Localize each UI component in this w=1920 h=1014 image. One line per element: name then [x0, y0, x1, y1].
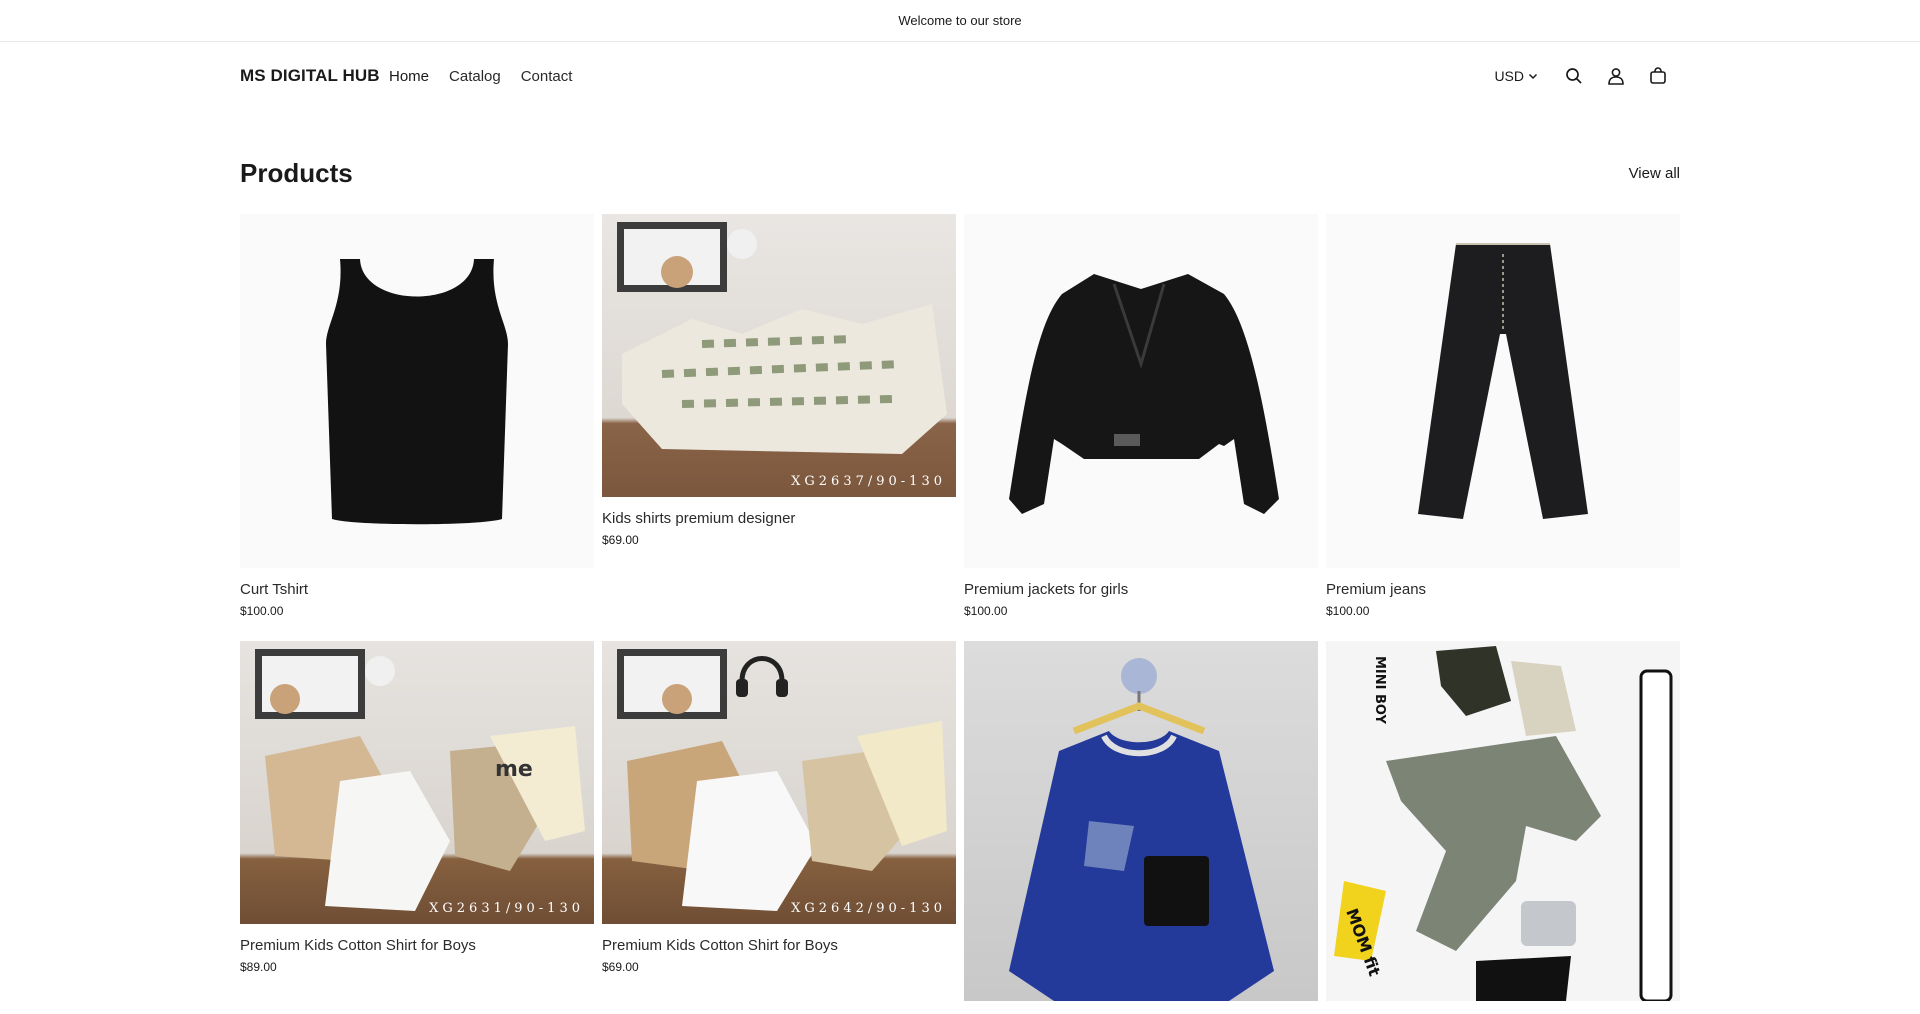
product-card[interactable]: Premium jeans $100.00	[1326, 214, 1680, 618]
product-image-overlay-text: XG2642/90-130	[791, 901, 946, 916]
product-card[interactable]	[964, 641, 1318, 1014]
product-price: $100.00	[1326, 604, 1370, 618]
product-title[interactable]: Premium jeans	[1326, 581, 1680, 598]
product-image[interactable]: me XG2631/90-130	[240, 641, 594, 924]
product-image[interactable]	[240, 214, 594, 568]
product-card[interactable]: Curt Tshirt $100.00	[240, 214, 594, 618]
cart-icon[interactable]	[1646, 64, 1670, 88]
product-price: $100.00	[240, 604, 284, 618]
product-image[interactable]: XG2637/90-130	[602, 214, 956, 497]
product-card[interactable]: Premium jackets for girls $100.00	[964, 214, 1318, 618]
view-all-link[interactable]: View all	[1629, 165, 1680, 182]
kids-cotton-shirts-image: me	[255, 649, 585, 911]
product-image-overlay-text: XG2637/90-130	[791, 474, 946, 489]
chevron-down-icon	[1528, 73, 1538, 80]
product-title[interactable]: Premium jackets for girls	[964, 581, 1318, 598]
nav-home[interactable]: Home	[389, 68, 429, 85]
kids-shirts-image	[617, 222, 947, 454]
leather-jacket-image	[1009, 274, 1279, 514]
products-section-header: Products View all	[0, 110, 1920, 214]
svg-text:MINI BOY: MINI BOY	[1372, 656, 1387, 725]
cargo-pants-image: MINI BOY MOM fit	[1334, 646, 1673, 1001]
main-nav: Home Catalog Contact	[389, 68, 572, 85]
header-actions: USD	[1494, 62, 1670, 90]
nav-contact[interactable]: Contact	[521, 68, 573, 85]
currency-label: USD	[1494, 68, 1524, 84]
blue-sweatshirt-image	[1009, 658, 1274, 1001]
site-header: MS DIGITAL HUB Home Catalog Contact USD	[0, 42, 1920, 110]
product-image[interactable]	[964, 214, 1318, 568]
section-title: Products	[240, 158, 353, 188]
product-title[interactable]: Premium Kids Cotton Shirt for Boys	[602, 937, 956, 954]
product-card[interactable]: XG2642/90-130 Premium Kids Cotton Shirt …	[602, 641, 956, 1014]
jeans-image	[1418, 243, 1588, 519]
product-price: $89.00	[240, 960, 277, 974]
svg-text:me: me	[495, 757, 533, 782]
currency-selector[interactable]: USD	[1494, 68, 1538, 84]
product-card[interactable]: me XG2631/90-130 Premium Kids Cotton Shi…	[240, 641, 594, 1014]
product-card[interactable]: XG2637/90-130 Kids shirts premium design…	[602, 214, 956, 618]
product-grid-row-1: Curt Tshirt $100.00 XG2637/90-130 Kids s…	[240, 214, 1680, 618]
product-image[interactable]: MINI BOY MOM fit	[1326, 641, 1680, 1001]
product-price: $69.00	[602, 533, 639, 547]
search-icon[interactable]	[1562, 64, 1586, 88]
product-image-overlay-text: XG2631/90-130	[429, 901, 584, 916]
product-card[interactable]: MINI BOY MOM fit	[1326, 641, 1680, 1014]
product-image[interactable]	[964, 641, 1318, 1001]
product-title[interactable]: Premium Kids Cotton Shirt for Boys	[240, 937, 594, 954]
product-title[interactable]: Kids shirts premium designer	[602, 510, 956, 527]
store-logo[interactable]: MS DIGITAL HUB	[240, 66, 380, 86]
kids-cotton-shirts-headphones-image	[617, 649, 947, 911]
account-icon[interactable]	[1604, 64, 1628, 88]
product-image[interactable]	[1326, 214, 1680, 568]
announcement-text: Welcome to our store	[898, 13, 1022, 28]
product-title[interactable]: Curt Tshirt	[240, 581, 594, 598]
nav-catalog[interactable]: Catalog	[449, 68, 501, 85]
product-price: $69.00	[602, 960, 639, 974]
announcement-bar: Welcome to our store	[0, 0, 1920, 42]
tank-top-image	[326, 259, 508, 525]
product-price: $100.00	[964, 604, 1008, 618]
product-image[interactable]: XG2642/90-130	[602, 641, 956, 924]
product-grid-row-2: me XG2631/90-130 Premium Kids Cotton Shi…	[240, 641, 1680, 1014]
